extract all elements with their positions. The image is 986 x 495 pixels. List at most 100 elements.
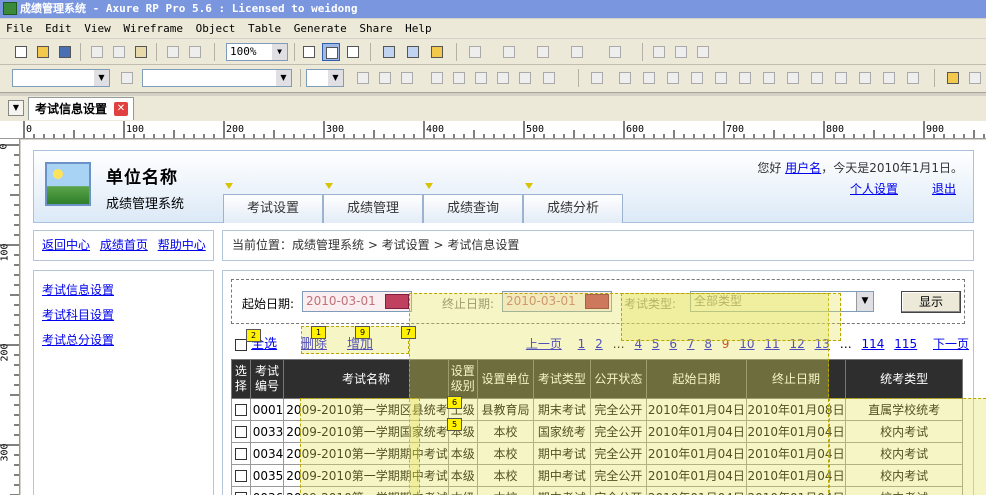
font-size-icon[interactable] (118, 69, 136, 87)
justify-icon[interactable] (516, 69, 534, 87)
border-icon[interactable] (650, 43, 668, 61)
quick-link-back[interactable]: 返回中心 (42, 238, 90, 252)
table-row[interactable]: 0001 2009-2010第一学期区县统考 上级 县教育局 期末考试 完全公开 2010年… (231, 398, 963, 421)
menu-object[interactable]: Object (196, 19, 236, 38)
row-select-cell[interactable] (231, 398, 251, 421)
footnote-marker[interactable]: 2 (246, 329, 261, 342)
nav-tab-score-analysis[interactable]: 成绩分析 (523, 194, 623, 223)
page-link[interactable]: 12 (789, 337, 804, 351)
undo-icon[interactable] (164, 43, 182, 61)
distribute-icon[interactable] (688, 69, 706, 87)
row-select-cell[interactable] (231, 420, 251, 443)
row-checkbox[interactable] (234, 448, 247, 460)
page-link[interactable]: 4 (634, 337, 642, 351)
design-canvas[interactable]: 单位名称 成绩管理系统 考试设置 成绩管理 成绩查询 成绩分析 您好 用户名，今… (21, 140, 986, 495)
text-color-icon[interactable] (540, 69, 558, 87)
page-link[interactable]: 7 (687, 337, 695, 351)
arrow-style-icon[interactable] (606, 43, 624, 61)
calendar-icon[interactable] (385, 294, 409, 309)
page-link[interactable]: 11 (764, 337, 779, 351)
width-icon[interactable] (856, 69, 874, 87)
generate-spec-icon[interactable] (404, 43, 422, 61)
page-link[interactable]: 114 (862, 337, 885, 351)
style-select[interactable]: ▼ (306, 69, 344, 87)
row-checkbox[interactable] (234, 404, 247, 416)
table-row[interactable]: 00362009-2010第一学期期中考试本级本校期中考试完全公开2010年01… (231, 486, 963, 495)
page-link[interactable]: 13 (815, 337, 830, 351)
align-top-icon[interactable] (784, 69, 802, 87)
cut-icon[interactable] (88, 43, 106, 61)
calendar-icon[interactable] (585, 294, 609, 309)
group-icon[interactable] (588, 69, 606, 87)
table-row[interactable]: 0034 2009-2010第一学期期中考试 本级 本校 期中考试 完全公开 2010年01… (231, 442, 963, 465)
page-link[interactable]: 8 (704, 337, 712, 351)
fill-color-icon[interactable] (466, 43, 484, 61)
menu-generate[interactable]: Generate (294, 19, 347, 38)
menu-share[interactable]: Share (359, 19, 392, 38)
close-icon[interactable]: ✕ (114, 102, 128, 116)
connector-tool-icon[interactable] (344, 43, 362, 61)
sidebar-item-exam-info[interactable]: 考试信息设置 (42, 281, 114, 298)
footnote-marker[interactable]: 6 (447, 396, 462, 409)
menu-wireframe[interactable]: Wireframe (123, 19, 183, 38)
pointer-tool-icon[interactable] (300, 43, 318, 61)
sidebar-item-exam-total[interactable]: 考试总分设置 (42, 331, 114, 348)
page-style-icon[interactable] (760, 69, 778, 87)
align-center-icon[interactable] (450, 69, 468, 87)
page-link[interactable]: 5 (652, 337, 660, 351)
quick-link-home[interactable]: 成绩首页 (100, 238, 148, 252)
align-left-icon[interactable] (428, 69, 446, 87)
menu-help[interactable]: Help (405, 19, 432, 38)
select-tool-icon[interactable] (322, 43, 340, 61)
exam-type-select[interactable]: 全部类型 ▼ (690, 291, 874, 312)
underline-icon[interactable] (398, 69, 416, 87)
border-bottom-icon[interactable] (694, 43, 712, 61)
bullet-list-icon[interactable] (494, 69, 512, 87)
start-date-input[interactable]: 2010-03-01 (302, 291, 412, 312)
unlock-icon[interactable] (736, 69, 754, 87)
page-link[interactable]: 115 (894, 337, 917, 351)
lock-icon[interactable] (712, 69, 730, 87)
menu-table[interactable]: Table (248, 19, 281, 38)
row-checkbox[interactable] (234, 470, 247, 482)
personal-settings-link[interactable]: 个人设置 (850, 180, 898, 197)
menu-file[interactable]: File (6, 19, 33, 38)
table-row[interactable]: 0035 2009-2010第一学期期中考试 本级 本校 期中考试 完全公开 2010年01… (231, 464, 963, 487)
open-folder-icon[interactable] (34, 43, 52, 61)
end-date-input[interactable]: 2010-03-01 (502, 291, 612, 312)
paste-icon[interactable] (132, 43, 150, 61)
border-top-icon[interactable] (672, 43, 690, 61)
italic-icon[interactable] (376, 69, 394, 87)
sidebar-item-exam-subjects[interactable]: 考试科目设置 (42, 306, 114, 323)
bring-front-icon[interactable] (616, 69, 634, 87)
footnote-marker[interactable]: 7 (401, 326, 416, 339)
nav-tab-score-query[interactable]: 成绩查询 (423, 194, 523, 223)
nav-tab-exam-settings[interactable]: 考试设置 (223, 194, 323, 223)
next-page-link[interactable]: 下一页 (933, 337, 969, 351)
logout-link[interactable]: 退出 (932, 180, 956, 197)
row-select-cell[interactable] (231, 486, 251, 495)
generate-prototype-icon[interactable] (380, 43, 398, 61)
menu-edit[interactable]: Edit (45, 19, 72, 38)
more-icon[interactable] (966, 69, 984, 87)
show-button[interactable]: 显示 (901, 291, 961, 313)
footnote-marker[interactable]: 9 (355, 326, 370, 339)
align-middle-icon[interactable] (808, 69, 826, 87)
font-size-select[interactable]: ▼ (142, 69, 292, 87)
align-objects-icon[interactable] (664, 69, 682, 87)
nav-tab-score-management[interactable]: 成绩管理 (323, 194, 423, 223)
row-checkbox[interactable] (234, 426, 247, 438)
bold-icon[interactable] (354, 69, 372, 87)
page-link[interactable]: 6 (669, 337, 677, 351)
tab-list-dropdown-icon[interactable]: ▼ (8, 100, 24, 116)
row-select-cell[interactable] (231, 442, 251, 465)
rotate-icon[interactable] (904, 69, 922, 87)
save-icon[interactable] (56, 43, 74, 61)
send-back-icon[interactable] (640, 69, 658, 87)
redo-icon[interactable] (186, 43, 204, 61)
footnote-marker[interactable]: 1 (311, 326, 326, 339)
align-bottom-icon[interactable] (832, 69, 850, 87)
page-link[interactable]: 10 (739, 337, 754, 351)
footnote-marker[interactable]: 5 (447, 418, 462, 431)
page-link[interactable]: 2 (595, 337, 603, 351)
